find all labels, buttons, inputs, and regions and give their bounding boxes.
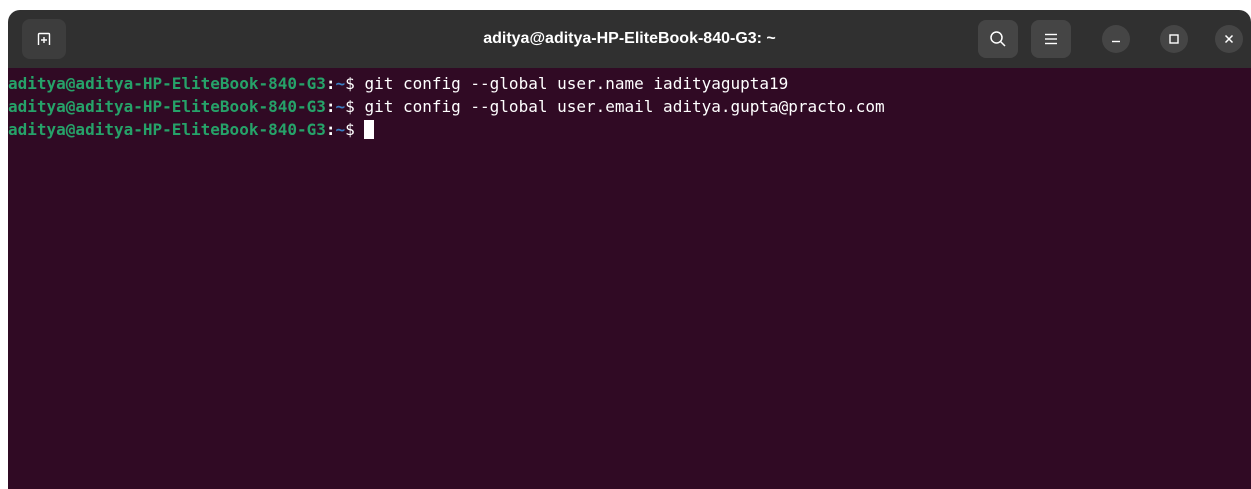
prompt-separator: : <box>325 97 336 116</box>
prompt-user-host: aditya@aditya-HP-EliteBook-840-G3 <box>8 97 326 116</box>
maximize-button[interactable] <box>1160 25 1188 53</box>
prompt-dollar: $ <box>345 97 365 116</box>
terminal-line-active[interactable]: aditya@aditya-HP-EliteBook-840-G3:~$ <box>8 118 1251 141</box>
prompt-separator: : <box>325 120 336 139</box>
new-tab-button[interactable] <box>22 19 66 59</box>
minimize-button[interactable] <box>1102 25 1130 53</box>
maximize-icon <box>1169 34 1179 44</box>
terminal-output[interactable]: aditya@aditya-HP-EliteBook-840-G3:~$ git… <box>8 68 1251 489</box>
command-text: git config --global user.email aditya.gu… <box>364 97 885 116</box>
search-icon <box>990 31 1006 47</box>
prompt-dollar: $ <box>345 74 365 93</box>
close-button[interactable] <box>1215 25 1243 53</box>
title-bar[interactable]: aditya@aditya-HP-EliteBook-840-G3: ~ <box>8 10 1251 68</box>
minimize-icon <box>1112 40 1120 43</box>
prompt-path: ~ <box>335 120 346 139</box>
prompt-separator: : <box>325 74 336 93</box>
new-tab-icon <box>37 32 51 45</box>
prompt-path: ~ <box>335 74 346 93</box>
command-text: git config --global user.name iadityagup… <box>364 74 789 93</box>
hamburger-menu-icon <box>1045 33 1057 45</box>
search-button[interactable] <box>978 20 1018 58</box>
terminal-line: aditya@aditya-HP-EliteBook-840-G3:~$ git… <box>8 95 1251 118</box>
terminal-line: aditya@aditya-HP-EliteBook-840-G3:~$ git… <box>8 72 1251 95</box>
prompt-user-host: aditya@aditya-HP-EliteBook-840-G3 <box>8 74 326 93</box>
close-icon <box>1224 34 1234 44</box>
menu-button[interactable] <box>1031 20 1071 58</box>
prompt-user-host: aditya@aditya-HP-EliteBook-840-G3 <box>8 120 326 139</box>
terminal-window: aditya@aditya-HP-EliteBook-840-G3: ~ adi… <box>0 0 1251 489</box>
prompt-dollar: $ <box>345 120 365 139</box>
text-cursor <box>364 120 375 139</box>
prompt-path: ~ <box>335 97 346 116</box>
